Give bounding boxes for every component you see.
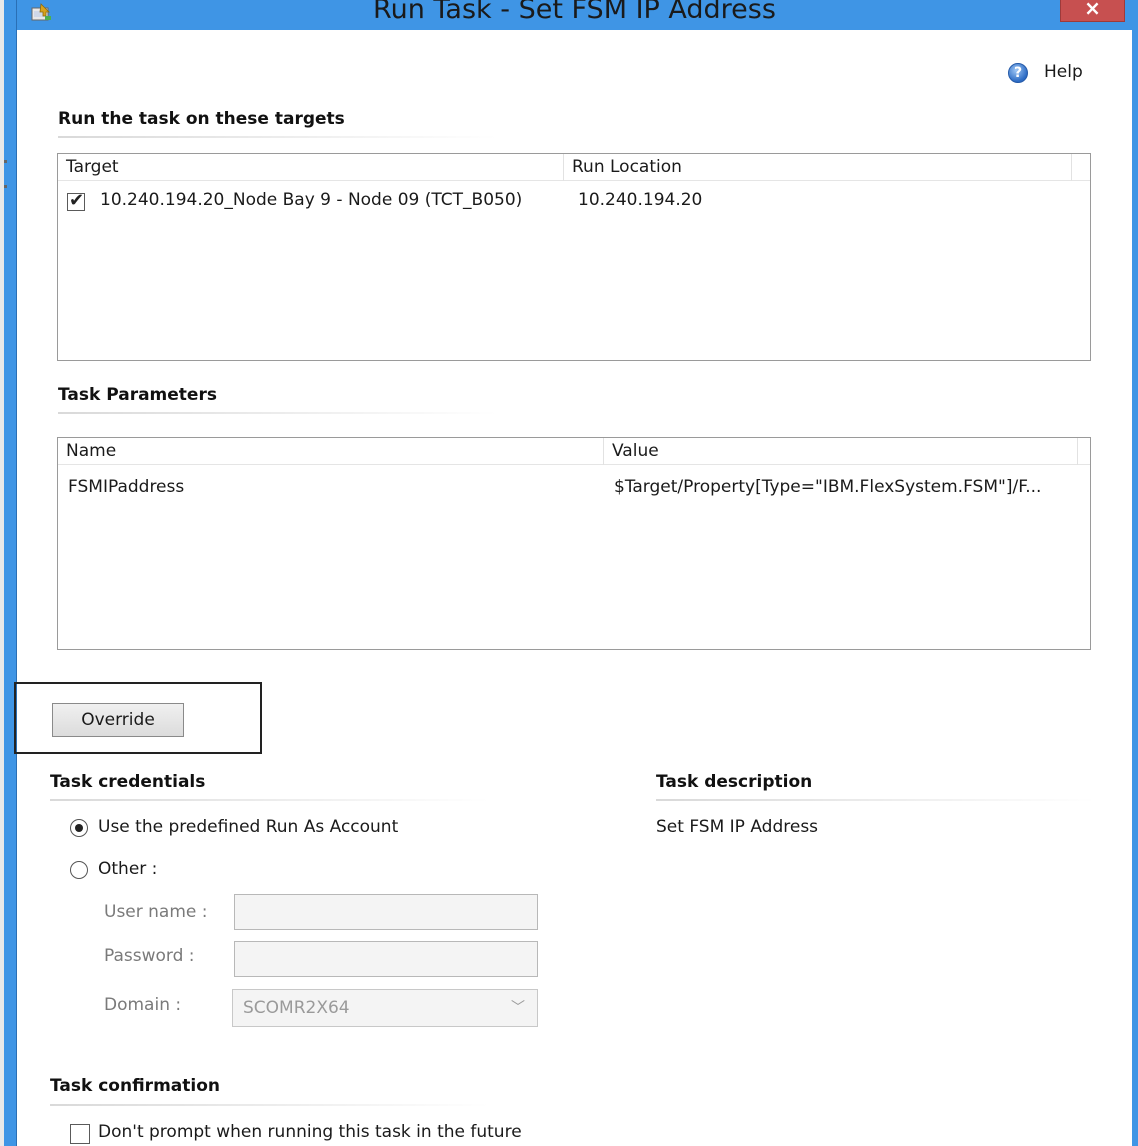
help-link[interactable]: Help [1044,62,1083,82]
checkmark-icon: ✔ [69,190,85,211]
section-divider [50,1104,490,1106]
help-icon[interactable]: ? [1008,63,1028,83]
edge-mark [4,160,7,163]
other-account-radio[interactable] [70,861,88,879]
override-button[interactable]: Override [52,703,184,737]
window-outer-edge [0,0,4,1146]
close-button[interactable]: × [1060,0,1125,22]
column-header-value[interactable]: Value [604,438,1078,465]
domain-select-value: SCOMR2X64 [243,998,350,1018]
password-field[interactable] [234,941,538,977]
target-row-checkbox[interactable]: ✔ [67,190,85,211]
section-divider [50,799,490,801]
radio-selected-dot [75,824,83,832]
parameters-grid[interactable]: Name Value FSMIPaddress $Target/Property… [57,437,1091,650]
section-divider [58,136,498,138]
username-label: User name : [104,902,208,922]
predefined-account-radio[interactable] [70,819,88,837]
run-location-cell: 10.240.194.20 [578,190,703,210]
column-header-run-location[interactable]: Run Location [564,154,1072,181]
parameter-name-cell: FSMIPaddress [68,477,185,497]
target-name-cell[interactable]: 10.240.194.20_Node Bay 9 - Node 09 (TCT_… [100,190,522,210]
column-header-name[interactable]: Name [58,438,604,465]
description-section-title: Task description [656,772,813,792]
chevron-down-icon[interactable]: ﹀ [511,990,525,1026]
window-title: Run Task - Set FSM IP Address [373,0,776,25]
credentials-section-title: Task credentials [50,772,206,792]
section-divider [656,799,1096,801]
task-description-text: Set FSM IP Address [656,817,819,837]
username-field[interactable] [234,894,538,930]
section-divider [58,412,498,414]
targets-section-title: Run the task on these targets [58,109,345,129]
password-label: Password : [104,946,195,966]
targets-grid[interactable]: Target Run Location ✔ 10.240.194.20_Node… [57,153,1091,361]
confirmation-section-title: Task confirmation [50,1076,220,1096]
domain-select[interactable]: SCOMR2X64 ﹀ [232,989,538,1027]
predefined-account-label[interactable]: Use the predefined Run As Account [98,817,398,837]
domain-label: Domain : [104,995,182,1015]
edge-mark [4,185,7,188]
parameters-section-title: Task Parameters [58,385,217,405]
column-header-target[interactable]: Target [58,154,564,181]
window-right-border [1132,0,1138,1146]
targets-grid-header: Target Run Location [58,154,1090,181]
dont-prompt-checkbox[interactable] [70,1124,90,1144]
dont-prompt-label[interactable]: Don't prompt when running this task in t… [98,1122,522,1142]
parameter-value-cell[interactable]: $Target/Property[Type="IBM.FlexSystem.FS… [614,477,1041,497]
other-account-label[interactable]: Other : [98,859,157,879]
title-bar[interactable]: Run Task - Set FSM IP Address × [17,0,1132,30]
parameters-grid-header: Name Value [58,438,1090,465]
